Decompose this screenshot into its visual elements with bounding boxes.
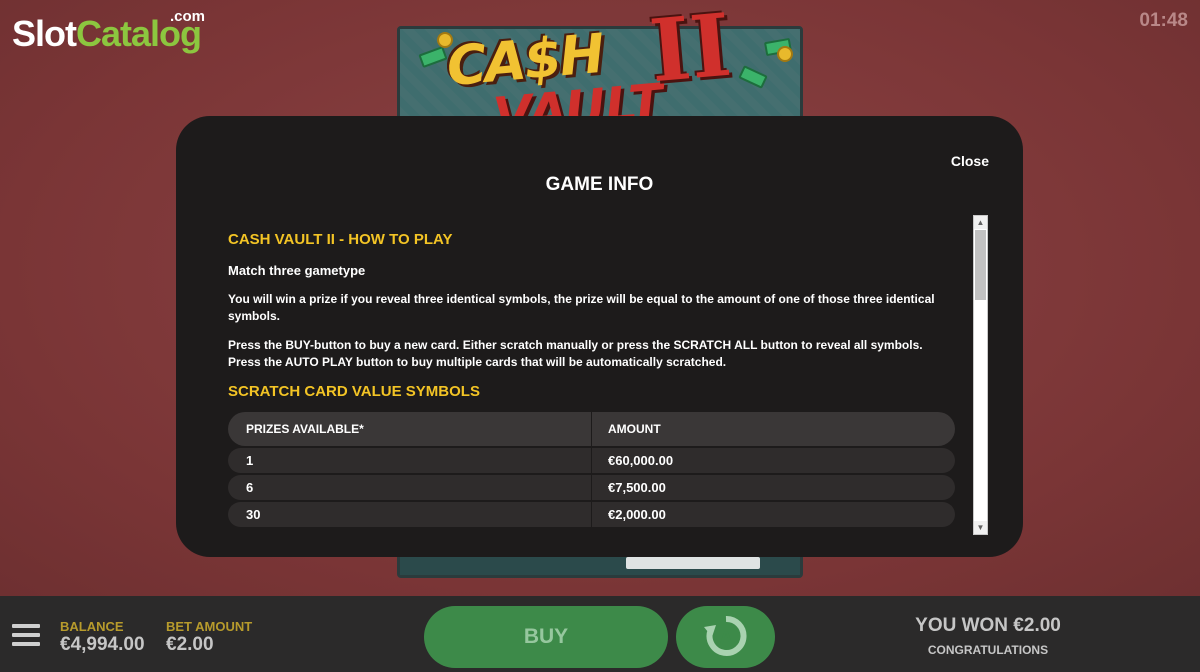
- bet-display[interactable]: BET AMOUNT €2.00: [166, 619, 252, 656]
- balance-display: BALANCE €4,994.00: [60, 619, 145, 656]
- cell-amount: €60,000.00: [608, 453, 674, 468]
- balance-value: €4,994.00: [60, 634, 145, 655]
- autoplay-button[interactable]: A: [676, 606, 775, 668]
- hamburger-icon[interactable]: [12, 624, 40, 646]
- card-footer-panel: [626, 557, 760, 569]
- cell-amount: €2,000.00: [608, 507, 666, 522]
- table-row: 1 €60,000.00: [228, 448, 955, 473]
- svg-text:A: A: [719, 628, 732, 648]
- cell-prizes: 6: [228, 475, 592, 500]
- scrollbar[interactable]: ▲ ▼: [973, 215, 988, 535]
- modal-title: GAME INFO: [545, 174, 654, 195]
- cell-amount: €7,500.00: [608, 480, 666, 495]
- rules-paragraph-1: You will win a prize if you reveal three…: [228, 292, 935, 323]
- autoplay-icon: A: [703, 615, 747, 656]
- rules-paragraph-2: Press the BUY-button to buy a new card. …: [228, 338, 923, 369]
- how-to-play-heading: CASH VAULT II - HOW TO PLAY: [228, 231, 453, 248]
- won-amount: YOU WON €2.00: [915, 615, 1061, 636]
- symbols-heading: SCRATCH CARD VALUE SYMBOLS: [228, 383, 480, 400]
- brand-slot-text: Slot: [12, 13, 77, 54]
- info-scroll-area[interactable]: CASH VAULT II - HOW TO PLAY Match three …: [228, 231, 958, 536]
- game-info-modal: Close GAME INFO CASH VAULT II - HOW TO P…: [176, 116, 1023, 557]
- bet-value: €2.00: [166, 634, 214, 655]
- cell-prizes: 30: [228, 502, 592, 527]
- header-amount: AMOUNT: [608, 422, 661, 436]
- table-row: 30 €2,000.00: [228, 502, 955, 527]
- logo-numeral: II: [646, 0, 736, 103]
- close-button[interactable]: Close: [951, 153, 989, 169]
- bottom-bar: BALANCE €4,994.00 BET AMOUNT €2.00 BUY A…: [0, 596, 1200, 672]
- balance-label: BALANCE: [60, 619, 124, 634]
- header-prizes: PRIZES AVAILABLE*: [228, 412, 592, 446]
- slotcatalog-logo: Slot Catalog .com: [12, 8, 205, 54]
- prize-table: PRIZES AVAILABLE* AMOUNT 1 €60,000.00 6 …: [228, 412, 955, 527]
- bet-label: BET AMOUNT: [166, 619, 253, 634]
- scroll-down-icon[interactable]: ▼: [974, 521, 987, 534]
- scroll-thumb[interactable]: [975, 230, 986, 300]
- brand-dotcom-text: .com: [170, 8, 206, 25]
- coin-icon: [777, 46, 793, 62]
- table-header-row: PRIZES AVAILABLE* AMOUNT: [228, 412, 955, 446]
- gametype-label: Match three gametype: [228, 263, 366, 278]
- cell-prizes: 1: [228, 448, 592, 473]
- buy-button[interactable]: BUY: [424, 606, 668, 668]
- clock: 01:48: [1139, 10, 1188, 31]
- table-row: 6 €7,500.00: [228, 475, 955, 500]
- congratulations-text: CONGRATULATIONS: [927, 643, 1049, 657]
- scroll-up-icon[interactable]: ▲: [974, 216, 987, 229]
